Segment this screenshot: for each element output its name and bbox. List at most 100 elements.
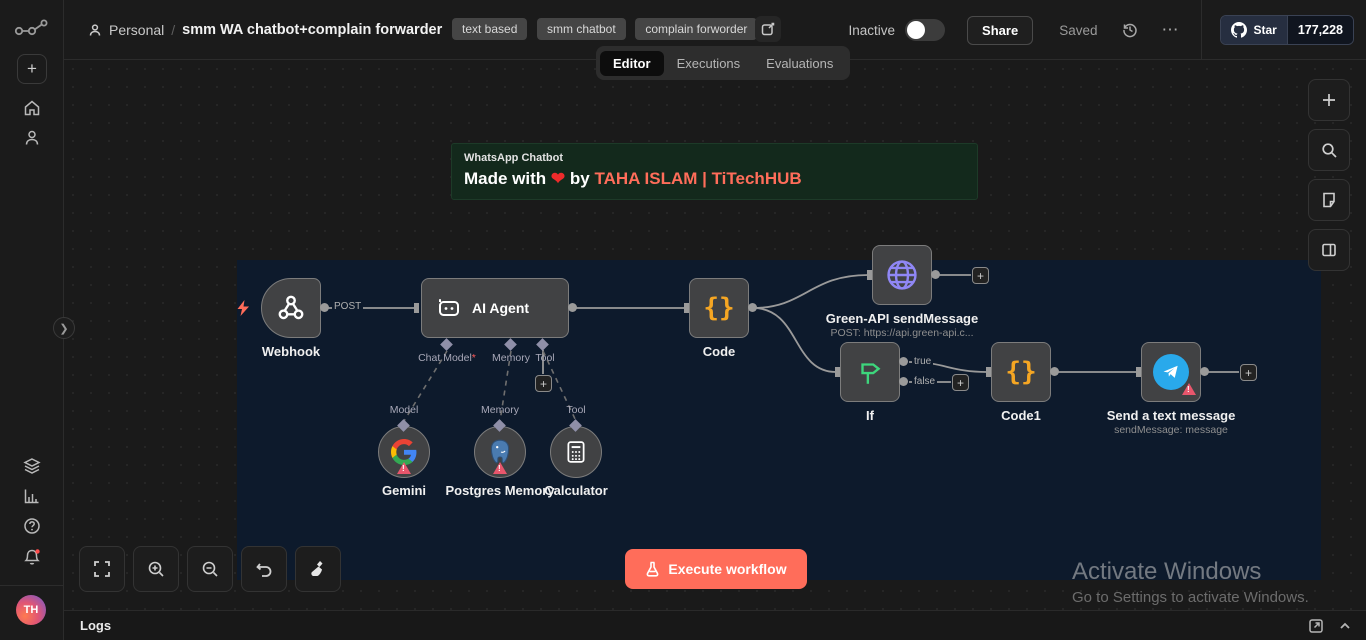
tag[interactable]: text based [452, 18, 527, 40]
execute-workflow-button[interactable]: Execute workflow [625, 549, 807, 589]
insights-icon[interactable] [23, 487, 41, 505]
node-code[interactable]: {} [689, 278, 749, 338]
person-icon [88, 23, 102, 37]
node-label-code1: Code1 [1001, 408, 1041, 423]
signpost-icon [855, 357, 885, 387]
breadcrumb: Personal / smm WA chatbot+complain forwa… [88, 22, 442, 38]
search-nodes-button[interactable] [1308, 129, 1350, 171]
node-subtitle-telegram: sendMessage: message [1114, 424, 1228, 436]
code1-output-port[interactable] [1050, 367, 1059, 376]
activation-status-label: Inactive [849, 23, 896, 38]
tab-evaluations[interactable]: Evaluations [753, 51, 846, 76]
robot-icon [436, 296, 462, 320]
toggle-knob [907, 21, 925, 39]
node-calculator[interactable] [550, 426, 602, 478]
greenapi-add-node-button[interactable]: + [972, 267, 989, 284]
zoom-out-icon [201, 560, 219, 578]
breadcrumb-project[interactable]: Personal [109, 22, 164, 38]
tab-editor[interactable]: Editor [600, 51, 664, 76]
tag[interactable]: smm chatbot [537, 18, 626, 40]
node-label-gemini: Gemini [382, 483, 426, 498]
zoom-in-button[interactable] [133, 546, 179, 592]
gemini-port-label: Model [390, 404, 419, 416]
watermark-line2: Go to Settings to activate Windows. [1072, 589, 1309, 606]
gemini-warning-icon [397, 462, 411, 474]
edit-tags-button[interactable] [755, 16, 781, 42]
greenapi-output-port[interactable] [931, 270, 940, 279]
heart-icon: ❤ [551, 169, 565, 188]
user-avatar[interactable]: TH [16, 595, 46, 625]
undo-button[interactable] [241, 546, 287, 592]
logs-panel-header[interactable]: Logs [64, 610, 1366, 640]
personal-projects-icon[interactable] [23, 129, 41, 147]
activation-toggle[interactable] [905, 19, 945, 41]
telegram-add-node-button[interactable]: + [1240, 364, 1257, 381]
split-panel-icon [1321, 242, 1337, 258]
sticky-by: by [570, 169, 590, 188]
workflow-title[interactable]: smm WA chatbot+complain forwarder [182, 22, 442, 38]
toggle-panel-button[interactable] [1308, 229, 1350, 271]
sticky-note[interactable]: WhatsApp Chatbot Made with ❤ by TAHA ISL… [451, 143, 978, 200]
node-label-code: Code [703, 344, 736, 359]
sidebar-divider [0, 585, 64, 586]
add-node-button[interactable] [1308, 79, 1350, 121]
if-false-add-node-button[interactable]: + [952, 374, 969, 391]
fit-view-icon [93, 560, 111, 578]
n8n-workflow-editor: WhatsApp Chatbot Made with ❤ by TAHA ISL… [0, 0, 1366, 640]
sticky-credit-link[interactable]: TAHA ISLAM | TiTechHUB [594, 169, 801, 188]
globe-icon [885, 258, 919, 292]
if-true-output-port[interactable] [899, 357, 908, 366]
node-code1[interactable]: {} [991, 342, 1051, 402]
github-star-count[interactable]: 177,228 [1287, 16, 1353, 44]
telegram-input-port [1136, 367, 1141, 377]
logs-title: Logs [80, 618, 111, 633]
more-actions-button[interactable]: ⋯ [1161, 20, 1179, 40]
code-icon: {} [703, 293, 734, 323]
tab-executions[interactable]: Executions [664, 51, 754, 76]
telegram-output-port[interactable] [1200, 367, 1209, 376]
node-webhook[interactable] [261, 278, 321, 338]
code-output-port[interactable] [748, 303, 757, 312]
sticky-note-icon [1321, 192, 1337, 208]
share-button[interactable]: Share [967, 16, 1033, 45]
zoom-out-button[interactable] [187, 546, 233, 592]
flask-icon [645, 561, 660, 577]
open-logs-popout-icon[interactable] [1308, 618, 1324, 634]
tidy-up-button[interactable] [295, 546, 341, 592]
github-star-widget[interactable]: Star 177,228 [1220, 15, 1354, 45]
if-true-label: true [912, 356, 933, 367]
zoom-in-icon [147, 560, 165, 578]
broom-icon [309, 560, 327, 578]
add-sticky-note-button[interactable] [1308, 179, 1350, 221]
workflow-tags: text based smm chatbot complain forworde… [452, 18, 763, 40]
node-ai-agent[interactable]: AI Agent [421, 278, 569, 338]
node-if[interactable] [840, 342, 900, 402]
ai-agent-output-port[interactable] [568, 303, 577, 312]
code-input-port [684, 303, 689, 313]
notifications-bell-icon[interactable] [23, 548, 41, 566]
tag[interactable]: complain forworder [635, 18, 757, 40]
saved-status: Saved [1059, 23, 1097, 38]
webhook-output-port[interactable] [320, 303, 329, 312]
templates-icon[interactable] [23, 457, 41, 475]
help-icon[interactable] [23, 517, 41, 535]
ai-agent-chatmodel-label: Chat Model* [418, 352, 476, 364]
create-new-button[interactable]: + [17, 54, 47, 84]
greenapi-input-port [867, 270, 872, 280]
expand-sidebar-button[interactable]: ❯ [53, 317, 75, 339]
node-label-calculator: Calculator [544, 483, 608, 498]
zoom-to-fit-button[interactable] [79, 546, 125, 592]
node-green-api[interactable] [872, 245, 932, 305]
postgres-warning-icon [493, 462, 507, 474]
node-subtitle-green-api: POST: https://api.green-api.c... [831, 327, 974, 339]
if-false-output-port[interactable] [899, 377, 908, 386]
chevron-up-icon[interactable] [1338, 619, 1352, 633]
add-tool-button[interactable]: + [535, 375, 552, 392]
github-star-button[interactable]: Star [1221, 16, 1286, 44]
home-icon[interactable] [23, 99, 41, 117]
plus-icon [1321, 92, 1337, 108]
history-icon[interactable] [1121, 21, 1139, 39]
search-icon [1321, 142, 1337, 158]
header-divider [1201, 0, 1202, 60]
view-tabs: Editor Executions Evaluations [596, 46, 850, 80]
